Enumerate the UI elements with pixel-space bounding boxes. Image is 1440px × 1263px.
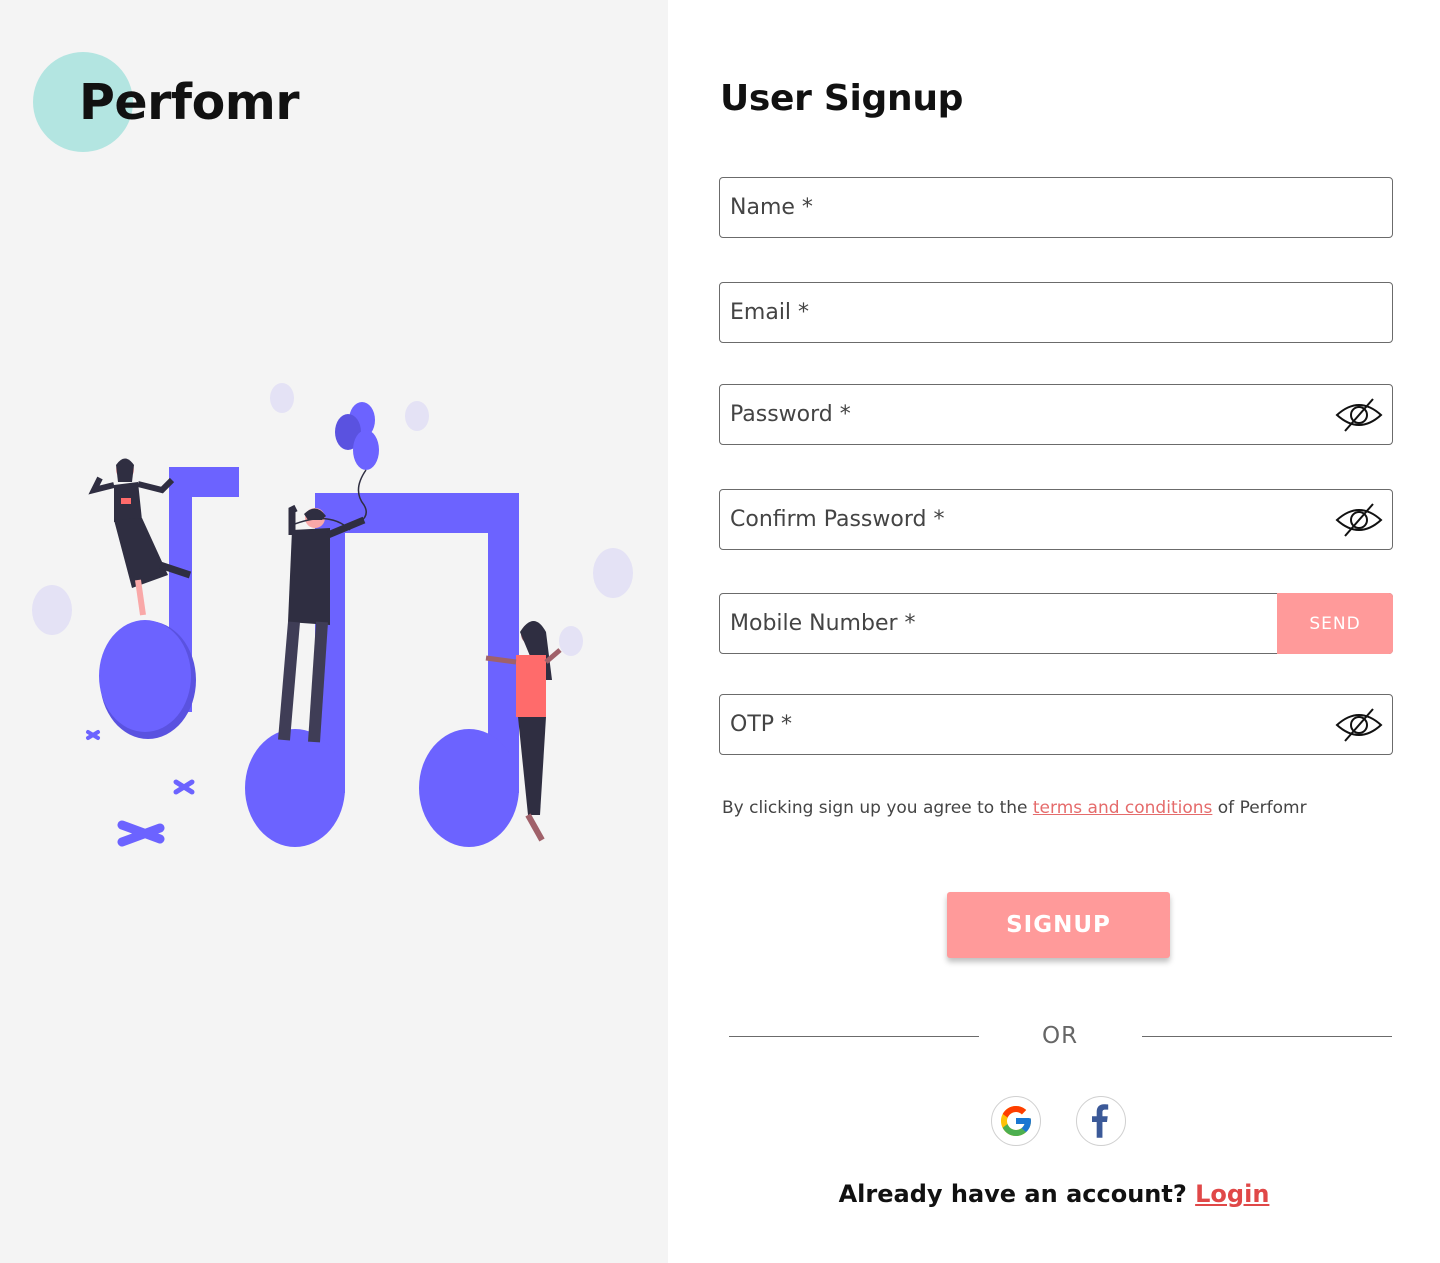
email-field[interactable] [719, 282, 1393, 343]
mobile-field[interactable]: SEND [719, 593, 1393, 654]
page-title: User Signup [720, 78, 964, 119]
brand-logo[interactable]: Perfomr [79, 74, 300, 131]
send-otp-button[interactable]: SEND [1277, 593, 1393, 654]
password-visibility-toggle[interactable] [1334, 395, 1384, 435]
facebook-icon [1092, 1104, 1109, 1138]
name-input[interactable] [730, 178, 1320, 237]
google-icon [1001, 1106, 1031, 1136]
name-field[interactable] [719, 177, 1393, 238]
terms-suffix: of Perfomr [1212, 798, 1307, 818]
password-field[interactable] [719, 384, 1393, 445]
confirm-password-field[interactable] [719, 489, 1393, 550]
signup-button[interactable]: SIGNUP [947, 892, 1170, 958]
otp-visibility-toggle[interactable] [1334, 705, 1384, 745]
terms-prefix: By clicking sign up you agree to the [722, 798, 1033, 818]
eye-slash-icon [1335, 398, 1383, 432]
confirm-password-visibility-toggle[interactable] [1334, 500, 1384, 540]
divider-left [729, 1036, 979, 1037]
terms-link[interactable]: terms and conditions [1033, 798, 1212, 818]
or-label: OR [1042, 1023, 1079, 1049]
signup-panel: User Signup SEND [668, 0, 1440, 1263]
email-input[interactable] [730, 283, 1320, 342]
login-prompt: Already have an account? Login [668, 1180, 1440, 1208]
login-prompt-text: Already have an account? [838, 1180, 1196, 1208]
login-link[interactable]: Login [1195, 1180, 1269, 1208]
eye-slash-icon [1335, 708, 1383, 742]
google-signup-button[interactable] [991, 1096, 1041, 1146]
music-notes-illustration [32, 383, 633, 847]
otp-input[interactable] [730, 695, 1320, 754]
terms-notice: By clicking sign up you agree to the ter… [722, 798, 1307, 818]
facebook-signup-button[interactable] [1076, 1096, 1126, 1146]
left-panel: Perfomr [0, 0, 668, 1263]
divider-right [1142, 1036, 1392, 1037]
password-input[interactable] [730, 385, 1320, 444]
mobile-input[interactable] [730, 594, 1270, 653]
otp-field[interactable] [719, 694, 1393, 755]
eye-slash-icon [1335, 503, 1383, 537]
confirm-password-input[interactable] [730, 490, 1320, 549]
